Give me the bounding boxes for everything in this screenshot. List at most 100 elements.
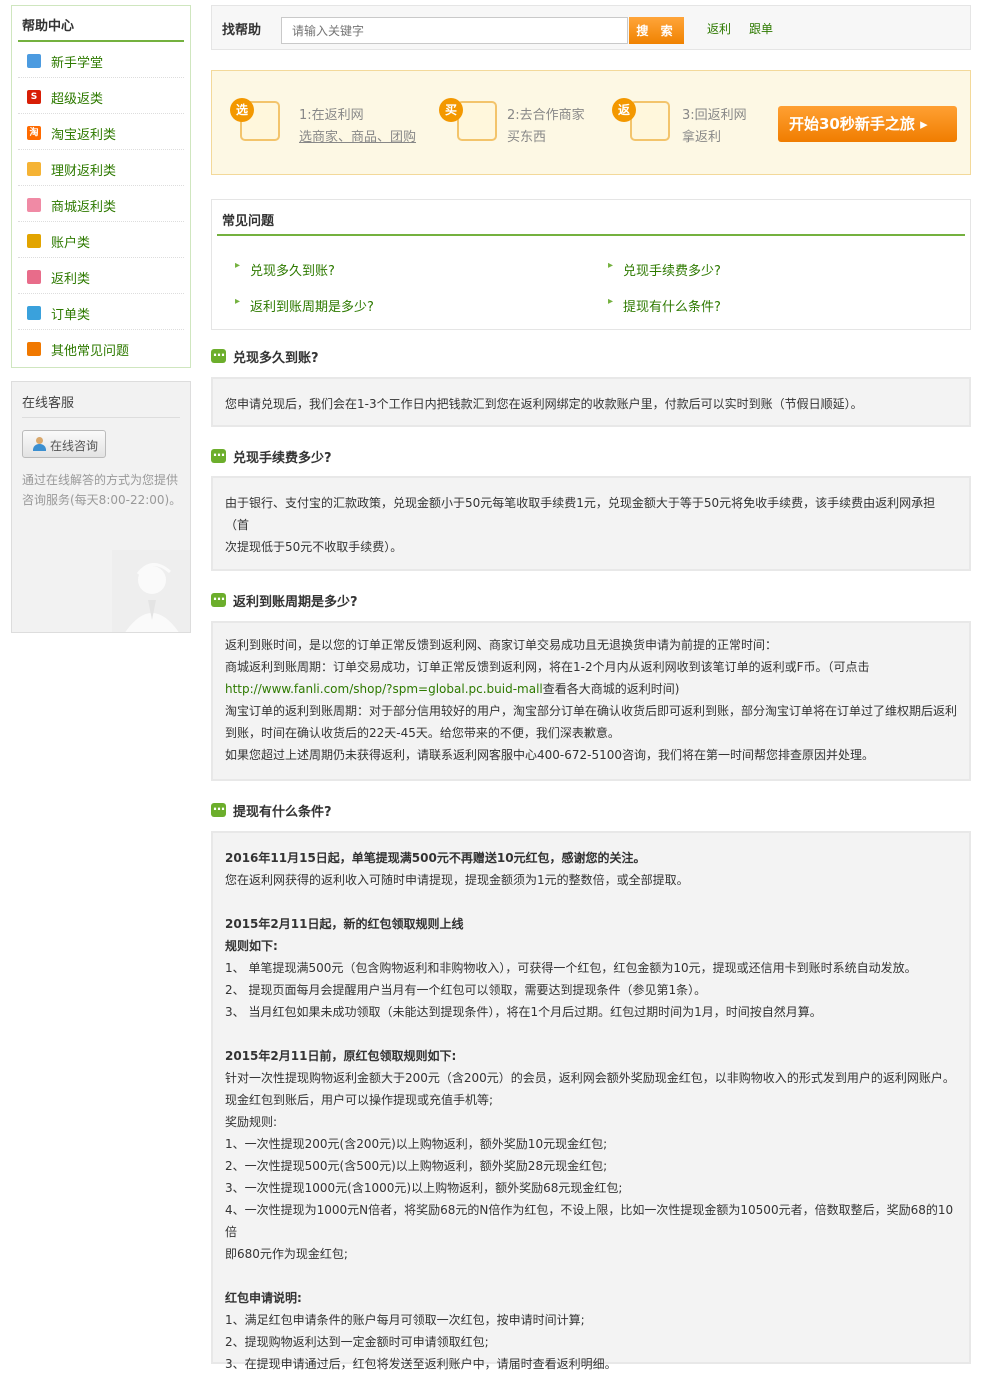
answer-line: 到账，时间在确认收货后的22天-45天。给您带来的不便，我们深表歉意。 bbox=[225, 722, 957, 744]
answer-line: 现金红包到账后，用户可以操作提现或充值手机等; bbox=[225, 1089, 957, 1111]
answer-line: 返利到账时间，是以您的订单正常反馈到返利网、商家订单交易成功且无退换货申请为前提… bbox=[225, 634, 957, 656]
search-button[interactable]: 搜 索 bbox=[629, 17, 684, 44]
start-newbie-tour-button[interactable]: 开始30秒新手之旅 ▸ bbox=[778, 106, 957, 142]
answer-line: 即680元作为现金红包; bbox=[225, 1243, 957, 1265]
answer-line: 红包申请说明: bbox=[225, 1287, 957, 1309]
chat-bubble-icon bbox=[211, 799, 226, 817]
help-center-title: 帮助中心 bbox=[22, 19, 75, 34]
faq-panel: 常见问题 兑现多久到账? 兑现手续费多少? 返利到账周期是多少? 提现有什么条件… bbox=[211, 199, 971, 330]
answer-text: 2、一次性提现500元(含500元)以上购物返利，额外奖励28元现金红包; bbox=[225, 1159, 608, 1173]
mall-icon bbox=[27, 198, 41, 212]
answer-line: 1、一次性提现200元(含200元)以上购物返利，额外奖励10元现金红包; bbox=[225, 1133, 957, 1155]
sidebar-item[interactable]: 订单类 bbox=[18, 294, 184, 330]
question-title: 返利到账周期是多少? bbox=[233, 595, 358, 610]
search-link-fanli[interactable]: 返利 bbox=[707, 20, 731, 37]
answer-line: 3、一次性提现1000元(含1000元)以上购物返利，额外奖励68元现金红包; bbox=[225, 1177, 957, 1199]
answer-box: 由于银行、支付宝的汇款政策，兑现金额小于50元每笔收取手续费1元，兑现金额大于等… bbox=[211, 476, 971, 571]
online-consult-label: 在线咨询 bbox=[50, 439, 99, 453]
answer-text: 您在返利网获得的返利收入可随时申请提现，提现金额须为1元的整数倍，或全部提取。 bbox=[225, 873, 689, 887]
newbie-guide-banner: 选 1:在返利网 选商家、商品、团购 买 2:去合作商家 买东西 返 3:回返利… bbox=[211, 70, 971, 175]
question-title: 兑现多久到账? bbox=[233, 351, 319, 366]
faq-link-rebate-cycle[interactable]: 返利到账周期是多少? bbox=[235, 296, 374, 315]
help-center-panel: 帮助中心 新手学堂 S 超级返类淘淘宝返利类理财返利类商城返利类账户类返利类订单类其… bbox=[11, 5, 191, 368]
search-link-gendan[interactable]: 跟单 bbox=[749, 20, 773, 37]
answer-text: 即680元作为现金红包; bbox=[225, 1247, 348, 1261]
sidebar-item[interactable]: 新手学堂 bbox=[18, 42, 184, 78]
step-sub-3: 拿返利 bbox=[682, 130, 722, 145]
answer-line: 2016年11月15日起，单笔提现满500元不再赠送10元红包，感谢您的关注。 bbox=[225, 847, 957, 869]
answer-text: 次提现低于50元不收取手续费）。 bbox=[225, 540, 403, 554]
step-sub-2: 买东西 bbox=[507, 130, 547, 145]
answer-line: 2、一次性提现500元(含500元)以上购物返利，额外奖励28元现金红包; bbox=[225, 1155, 957, 1177]
answer-box: 您申请兑现后，我们会在1-3个工作日内把钱款汇到您在返利网绑定的收款账户里，付款… bbox=[211, 377, 971, 427]
answer-text: 3、一次性提现1000元(含1000元)以上购物返利，额外奖励68元现金红包; bbox=[225, 1181, 623, 1195]
sidebar-item-label: 理财返利类 bbox=[51, 164, 117, 179]
chat-bubble-icon bbox=[211, 589, 226, 607]
answer-text: 2、提现购物返利达到一定金额时可申请领取红包; bbox=[225, 1335, 489, 1349]
answer-text: 2016年11月15日起，单笔提现满500元不再赠送10元红包，感谢您的关注。 bbox=[225, 851, 646, 865]
monitor-icon bbox=[27, 54, 41, 68]
faq-title: 常见问题 bbox=[222, 214, 275, 229]
answer-box: 2016年11月15日起，单笔提现满500元不再赠送10元红包，感谢您的关注。您… bbox=[211, 831, 971, 1371]
answer-text: 2015年2月11日前，原红包领取规则如下: bbox=[225, 1049, 457, 1063]
sidebar-item-label: 其他常见问题 bbox=[51, 344, 130, 359]
sidebar-item[interactable]: 返利类 bbox=[18, 258, 184, 294]
answer-text: 您申请兑现后，我们会在1-3个工作日内把钱款汇到您在返利网绑定的收款账户里，付款… bbox=[225, 397, 863, 411]
question-title: 提现有什么条件? bbox=[233, 805, 332, 820]
step-badge-rebate: 返 bbox=[612, 98, 636, 122]
sidebar-item[interactable]: 理财返利类 bbox=[18, 150, 184, 186]
answer-box: 返利到账时间，是以您的订单正常反馈到返利网、商家订单交易成功且无退换货申请为前提… bbox=[211, 621, 971, 781]
coins-illustration-icon bbox=[630, 101, 670, 141]
answer-line: 您在返利网获得的返利收入可随时申请提现，提现金额须为1元的整数倍，或全部提取。 bbox=[225, 869, 957, 891]
step-title-1: 1:在返利网 bbox=[299, 108, 364, 123]
divider bbox=[22, 417, 180, 418]
mall-rebate-link[interactable]: http://www.fanli.com/shop/?spm=global.pc… bbox=[225, 682, 543, 696]
answer-line: 淘宝订单的返利到账周期：对于部分信用较好的用户，淘宝部分订单在确认收货后即可返利… bbox=[225, 700, 957, 722]
answer-line: 1、满足红包申请条件的账户每月可领取一次红包，按申请时间计算; bbox=[225, 1309, 957, 1331]
answer-text: 商城返利到账周期：订单交易成功，订单正常反馈到返利网，将在1-2个月内从返利网收… bbox=[225, 660, 870, 674]
sidebar-item[interactable]: S 超级返类 bbox=[18, 78, 184, 114]
online-consult-button[interactable]: 在线咨询 bbox=[22, 430, 106, 458]
search-bar: 找帮助 搜 索 返利 跟单 bbox=[211, 5, 971, 50]
faq-header: 常见问题 bbox=[217, 200, 965, 236]
sidebar-item[interactable]: 淘淘宝返利类 bbox=[18, 114, 184, 150]
answer-text: 返利到账时间，是以您的订单正常反馈到返利网、商家订单交易成功且无退换货申请为前提… bbox=[225, 638, 778, 652]
step-title-2: 2:去合作商家 bbox=[507, 108, 585, 123]
sidebar-item-label: 返利类 bbox=[51, 272, 91, 287]
step-badge-buy: 买 bbox=[439, 98, 463, 122]
answer-text: 2015年2月11日起，新的红包领取规则上线 bbox=[225, 917, 464, 931]
sidebar-item[interactable]: 账户类 bbox=[18, 222, 184, 258]
answer-line: 商城返利到账周期：订单交易成功，订单正常反馈到返利网，将在1-2个月内从返利网收… bbox=[225, 656, 957, 678]
other-icon bbox=[27, 342, 41, 356]
answer-line: 您申请兑现后，我们会在1-3个工作日内把钱款汇到您在返利网绑定的收款账户里，付款… bbox=[225, 393, 957, 415]
answer-text: 针对一次性提现购物返利金额大于200元（含200元）的会员，返利网会额外奖励现金… bbox=[225, 1071, 955, 1085]
sidebar: 帮助中心 新手学堂 S 超级返类淘淘宝返利类理财返利类商城返利类账户类返利类订单类其… bbox=[11, 5, 191, 633]
answer-line: 由于银行、支付宝的汇款政策，兑现金额小于50元每笔收取手续费1元，兑现金额大于等… bbox=[225, 492, 957, 536]
step-title-3: 3:回返利网 bbox=[682, 108, 747, 123]
answer-text: 2、 提现页面每月会提醒用户当月有一个红包可以领取，需要达到提现条件（参见第1条… bbox=[225, 983, 707, 997]
answer-line: 3、 当月红包如果未成功领取（未能达到提现条件），将在1个月后过期。红包过期时间… bbox=[225, 1001, 957, 1023]
answer-line: 针对一次性提现购物返利金额大于200元（含200元）的会员，返利网会额外奖励现金… bbox=[225, 1067, 957, 1089]
super-s-icon: S bbox=[27, 90, 41, 104]
faq-link-withdraw-fee[interactable]: 兑现手续费多少? bbox=[608, 260, 721, 279]
step-link-select[interactable]: 选商家、商品、团购 bbox=[299, 126, 416, 145]
sidebar-item-label: 淘宝返利类 bbox=[51, 128, 117, 143]
online-service-panel: 在线客服 在线咨询 通过在线解答的方式为您提供咨询服务(每天8:00-22:00… bbox=[11, 381, 191, 633]
search-input[interactable] bbox=[281, 17, 628, 44]
faq-link-withdraw-time[interactable]: 兑现多久到账? bbox=[235, 260, 335, 279]
answer-line: 奖励规则: bbox=[225, 1111, 957, 1133]
faq-link-withdraw-conditions[interactable]: 提现有什么条件? bbox=[608, 296, 721, 315]
sidebar-item[interactable]: 其他常见问题 bbox=[18, 330, 184, 366]
answer-line: 3、在提现申请通过后，红包将发送至返利账户中，请届时查看返利明细。 bbox=[225, 1353, 957, 1375]
answer-line bbox=[225, 1023, 957, 1045]
sidebar-item[interactable]: 商城返利类 bbox=[18, 186, 184, 222]
answer-text: 1、一次性提现200元(含200元)以上购物返利，额外奖励10元现金红包; bbox=[225, 1137, 608, 1151]
answer-text: 查看各大商城的返利时间) bbox=[542, 682, 680, 696]
answer-text: 由于银行、支付宝的汇款政策，兑现金额小于50元每笔收取手续费1元，兑现金额大于等… bbox=[225, 496, 936, 532]
wallet-icon bbox=[27, 162, 41, 176]
person-icon bbox=[33, 437, 46, 451]
answer-line: 2、提现购物返利达到一定金额时可申请领取红包; bbox=[225, 1331, 957, 1353]
answer-text: 4、一次性提现为1000元N倍者，将奖励68元的N倍作为红包，不设上限，比如一次… bbox=[225, 1203, 954, 1239]
sidebar-item-label: 账户类 bbox=[51, 236, 91, 251]
answer-line: 2015年2月11日起，新的红包领取规则上线 bbox=[225, 913, 957, 935]
